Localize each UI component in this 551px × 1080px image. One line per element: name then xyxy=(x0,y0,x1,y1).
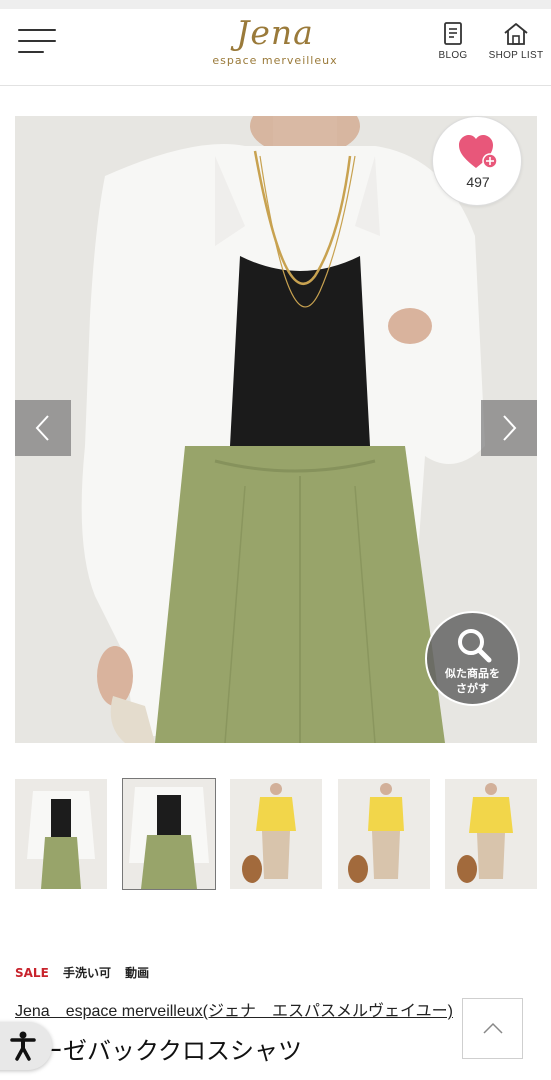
thumbnail-3[interactable] xyxy=(230,779,322,889)
accessibility-icon xyxy=(10,1031,36,1061)
chevron-up-icon xyxy=(483,1022,503,1034)
thumbnail-strip xyxy=(15,778,537,890)
site-header: Jena espace merveilleux BLOG SHOP LIST xyxy=(0,9,551,86)
product-tags: SALE 手洗い可 動画 xyxy=(15,964,159,981)
back-to-top-button[interactable] xyxy=(462,998,523,1059)
chevron-left-icon xyxy=(35,415,49,441)
logo-subtitle: espace merveilleux xyxy=(212,54,338,67)
tag-video: 動画 xyxy=(125,966,150,980)
site-logo[interactable]: Jena espace merveilleux xyxy=(205,13,345,77)
favorite-button[interactable]: 497 xyxy=(432,116,522,206)
thumbnail-2[interactable] xyxy=(122,778,216,890)
find-similar-button[interactable]: 似た商品を さがす xyxy=(425,611,520,706)
thumbnail-5[interactable] xyxy=(445,779,537,889)
shop-list-icon xyxy=(504,23,528,45)
brand-link[interactable]: Jena espace merveilleux(ジェナ エスパスメルヴェイユー) xyxy=(15,997,463,1021)
nav-blog-label: BLOG xyxy=(438,50,468,61)
chevron-right-icon xyxy=(503,415,517,441)
prev-image-button[interactable] xyxy=(15,400,71,456)
blog-icon xyxy=(444,22,462,45)
next-image-button[interactable] xyxy=(481,400,537,456)
find-similar-label: 似た商品を さがす xyxy=(445,667,500,695)
nav-shop-list-label: SHOP LIST xyxy=(488,50,544,61)
thumbnail-4[interactable] xyxy=(338,779,430,889)
heart-plus-icon xyxy=(459,135,498,169)
product-title: ガーゼバッククロスシャツ xyxy=(15,1037,303,1065)
search-icon xyxy=(458,629,492,663)
accessibility-button[interactable] xyxy=(0,1022,52,1070)
nav-shop-list[interactable]: SHOP LIST xyxy=(487,21,545,61)
tag-hand-wash: 手洗い可 xyxy=(62,966,111,980)
hamburger-menu-icon[interactable] xyxy=(18,27,56,55)
favorite-count: 497 xyxy=(466,174,490,190)
nav-blog[interactable]: BLOG xyxy=(434,21,472,61)
thumbnail-1[interactable] xyxy=(15,779,107,889)
tag-sale: SALE xyxy=(15,966,49,980)
top-status-strip xyxy=(0,0,551,9)
logo-script: Jena xyxy=(236,13,314,52)
